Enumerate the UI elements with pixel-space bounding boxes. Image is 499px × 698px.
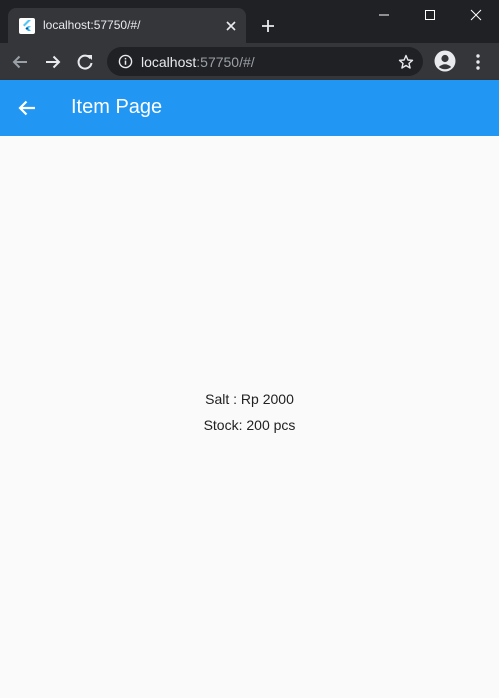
arrow-back-icon[interactable] [15,96,39,120]
url-text[interactable]: localhost:57750/#/ [141,54,255,70]
star-icon[interactable] [397,53,414,70]
arrow-right-icon[interactable] [42,51,64,73]
plus-icon[interactable] [258,16,278,36]
browser-window: localhost:57750/#/ localhost:57750/#/ It… [0,0,499,698]
tab-title: localhost:57750/#/ [43,18,141,32]
tab-strip: localhost:57750/#/ [0,0,499,43]
more-vert-icon[interactable] [468,51,488,73]
app-bar: Item Page [0,80,499,136]
browser-toolbar: localhost:57750/#/ [0,43,499,80]
arrow-left-icon[interactable] [9,51,31,73]
url-path: :57750/#/ [196,54,255,70]
address-bar[interactable]: localhost:57750/#/ [107,47,423,76]
item-price-text: Salt : Rp 2000 [205,391,294,407]
maximize-icon[interactable] [419,4,441,26]
page-title: Item Page [71,96,163,118]
reload-icon[interactable] [74,51,96,73]
close-icon[interactable] [222,17,240,35]
account-icon[interactable] [433,49,457,73]
minimize-icon[interactable] [373,4,395,26]
browser-tab[interactable]: localhost:57750/#/ [8,8,246,43]
item-details: Salt : Rp 2000 Stock: 200 pcs [0,390,499,442]
url-host: localhost [141,54,197,70]
window-close-icon[interactable] [465,4,487,26]
info-icon[interactable] [117,53,134,70]
page-body: Salt : Rp 2000 Stock: 200 pcs [0,136,499,698]
flutter-icon [19,18,35,34]
item-stock-text: Stock: 200 pcs [203,417,296,433]
